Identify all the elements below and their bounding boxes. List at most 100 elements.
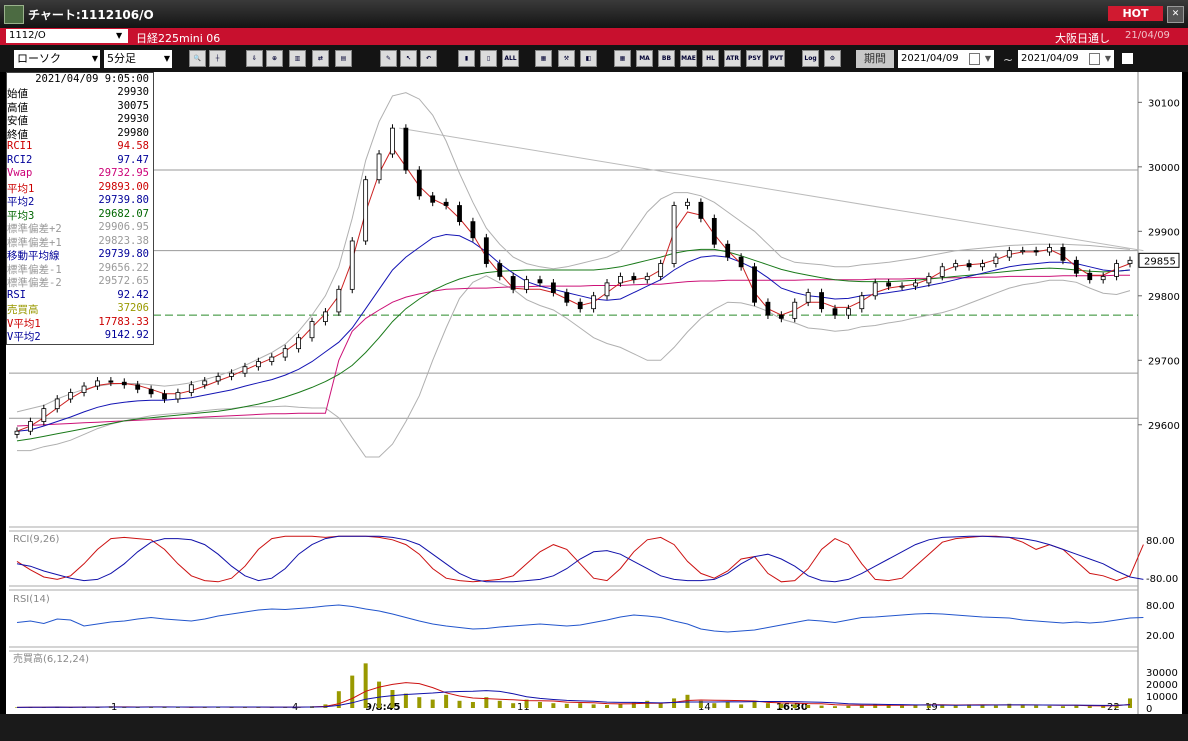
chevron-down-icon[interactable]: ▼: [116, 29, 128, 43]
info-row: 終値 29980: [7, 127, 153, 141]
ma-button[interactable]: MA: [636, 50, 653, 67]
candle-body: [698, 201, 704, 219]
volume-average-2-line: [16, 690, 1131, 708]
period-button[interactable]: 期間: [856, 50, 894, 68]
pvt-button[interactable]: PVT: [768, 50, 785, 67]
candle: [54, 395, 60, 413]
volume-bar: [953, 705, 958, 708]
close-icon[interactable]: ✕: [1167, 6, 1184, 23]
mae-button[interactable]: MAE: [680, 50, 697, 67]
magnify-icon[interactable]: ⊕: [266, 50, 283, 67]
candle: [685, 198, 690, 210]
candle: [336, 285, 342, 316]
print-icon[interactable]: ▤: [335, 50, 352, 67]
pencil-icon[interactable]: ✎: [380, 50, 397, 67]
rci2-line: [16, 535, 1144, 583]
volume-bar: [819, 705, 824, 708]
candle: [604, 279, 610, 300]
volume-bar: [765, 703, 770, 708]
candle-body: [470, 221, 476, 239]
candle: [349, 237, 355, 294]
hl-button[interactable]: HL: [702, 50, 719, 67]
volume-bar: [470, 702, 475, 708]
bar-chart-icon[interactable]: ▥: [289, 50, 306, 67]
info-value: 97.47: [117, 153, 149, 166]
candle: [1114, 259, 1119, 281]
candle-body: [859, 295, 865, 310]
chart-type-select[interactable]: ローソク ▼: [14, 50, 100, 68]
exchange-label: 大阪日通し: [1055, 32, 1110, 45]
compare-icon[interactable]: ⇄: [312, 50, 329, 67]
candle-body: [845, 308, 851, 316]
chart-svg: 301003000029900298002970029600298551 4 9/8…: [9, 72, 1180, 715]
undo-icon[interactable]: ↶: [420, 50, 437, 67]
candle: [390, 124, 395, 158]
candle: [376, 150, 382, 184]
candle: [765, 298, 771, 320]
candle-body: [966, 263, 972, 268]
rsi-y-tick-label: 20.00: [1146, 631, 1175, 642]
candle-body: [618, 276, 623, 284]
hot-button[interactable]: HOT: [1108, 6, 1163, 21]
volume-y-tick-label: 20000: [1146, 680, 1178, 691]
all-button[interactable]: ALL: [502, 50, 519, 67]
candle: [296, 333, 302, 353]
chevron-down-icon[interactable]: ▼: [1105, 50, 1111, 68]
volume-bar: [1074, 705, 1079, 708]
candle: [550, 279, 556, 297]
candle: [618, 272, 623, 287]
download-icon[interactable]: ⇩: [246, 50, 263, 67]
candle-body: [108, 380, 114, 383]
candle: [564, 288, 570, 307]
info-row: 始値 29930: [7, 86, 153, 100]
volume-bar: [658, 703, 663, 708]
bb-button[interactable]: BB: [658, 50, 675, 67]
info-row: 高値 30075: [7, 100, 153, 114]
volume-bar: [444, 694, 449, 708]
info-row: 標準偏差-2 29572.65: [7, 275, 153, 289]
volume-bar: [1034, 705, 1039, 708]
chevron-down-icon: ▼: [91, 54, 98, 63]
log-button[interactable]: Log: [802, 50, 819, 67]
calendar-icon[interactable]: [1089, 53, 1100, 65]
candle-body: [349, 240, 355, 290]
bollinger-upper-line: [16, 92, 1131, 413]
volume-bar: [1128, 698, 1132, 708]
candle: [483, 233, 489, 268]
period-checkbox[interactable]: [1122, 53, 1133, 64]
volume-bar: [363, 663, 368, 708]
crosshair-icon[interactable]: ┼: [209, 50, 226, 67]
calendar-icon[interactable]: [969, 53, 980, 65]
chart-area[interactable]: 30100 30000 29900 29800 29700 29600 29855 1 4 9/8…: [6, 72, 1182, 715]
app-icon: [4, 5, 24, 24]
info-row: 平均3 29682.07: [7, 208, 153, 222]
info-row: 移動平均線 29739.80: [7, 248, 153, 262]
interval-select[interactable]: 5分足 ▼: [104, 50, 172, 68]
last-price-label: 29855: [1144, 256, 1176, 267]
zoom-icon[interactable]: 🔍: [189, 50, 206, 67]
cursor-icon[interactable]: ↖: [400, 50, 417, 67]
candle-body: [899, 285, 905, 288]
volume-bar: [497, 700, 502, 708]
volume-bar: [551, 703, 556, 708]
pattern-icon[interactable]: ▦: [535, 50, 552, 67]
dual-candle-icon[interactable]: ▯: [480, 50, 497, 67]
candle-body: [497, 263, 503, 277]
tool-icon[interactable]: ⚒: [558, 50, 575, 67]
interval-value: 5分足: [107, 52, 136, 65]
candle-body: [28, 421, 33, 432]
date-from-field[interactable]: 2021/04/09 ▼: [898, 50, 994, 68]
candle-body: [765, 301, 771, 316]
candle-body: [135, 384, 141, 390]
candle: [591, 291, 597, 313]
grid-icon[interactable]: ▦: [614, 50, 631, 67]
psy-button[interactable]: PSY: [746, 50, 763, 67]
chevron-down-icon[interactable]: ▼: [985, 50, 991, 68]
atr-button[interactable]: ATR: [724, 50, 741, 67]
date-to-field[interactable]: 2021/04/09 ▼: [1018, 50, 1114, 68]
palette-icon[interactable]: ◧: [580, 50, 597, 67]
symbol-input[interactable]: 1112/O ▼: [6, 29, 128, 43]
candle-body: [953, 263, 959, 268]
candle-icon[interactable]: ▮: [458, 50, 475, 67]
settings-icon[interactable]: ⚙: [824, 50, 841, 67]
